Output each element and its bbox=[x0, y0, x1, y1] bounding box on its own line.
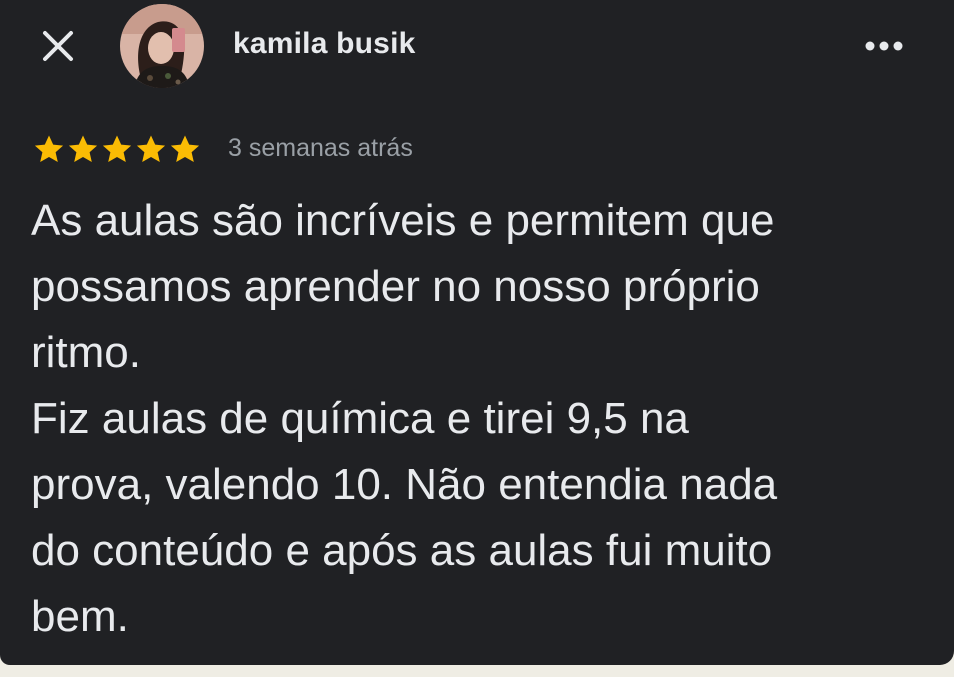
review-text-line: prova, valendo 10. Não entendia nada bbox=[31, 460, 778, 509]
reviewer-name[interactable]: kamila busik bbox=[233, 27, 416, 61]
review-text-line: bem. bbox=[31, 592, 129, 641]
star-icon bbox=[34, 135, 64, 162]
review-text-line: do conteúdo e após as aulas fui muito bbox=[31, 526, 773, 575]
close-icon bbox=[43, 31, 73, 61]
star-icon bbox=[68, 135, 98, 162]
review-text-line: As aulas são incríveis e permitem que bbox=[31, 196, 775, 245]
rating-row: 3 semanas atrás bbox=[32, 130, 413, 166]
review-text-line: ritmo. bbox=[31, 328, 141, 377]
star-icon bbox=[102, 135, 132, 162]
reviewer-avatar[interactable] bbox=[120, 4, 204, 88]
more-options-button[interactable] bbox=[852, 26, 916, 66]
review-card: kamila busik 3 semanas atrás As aulas sã… bbox=[0, 0, 954, 665]
review-text-line: Fiz aulas de química e tirei 9,5 na bbox=[31, 394, 689, 443]
review-text-line: possamos aprender no nosso próprio bbox=[31, 262, 760, 311]
star-rating bbox=[32, 133, 204, 163]
star-icon bbox=[170, 135, 200, 162]
review-date: 3 semanas atrás bbox=[228, 133, 413, 162]
more-horiz-icon bbox=[865, 41, 903, 51]
review-text: As aulas são incríveis e permitem que pos… bbox=[31, 188, 911, 650]
close-button[interactable] bbox=[36, 24, 80, 68]
star-icon bbox=[136, 135, 166, 162]
